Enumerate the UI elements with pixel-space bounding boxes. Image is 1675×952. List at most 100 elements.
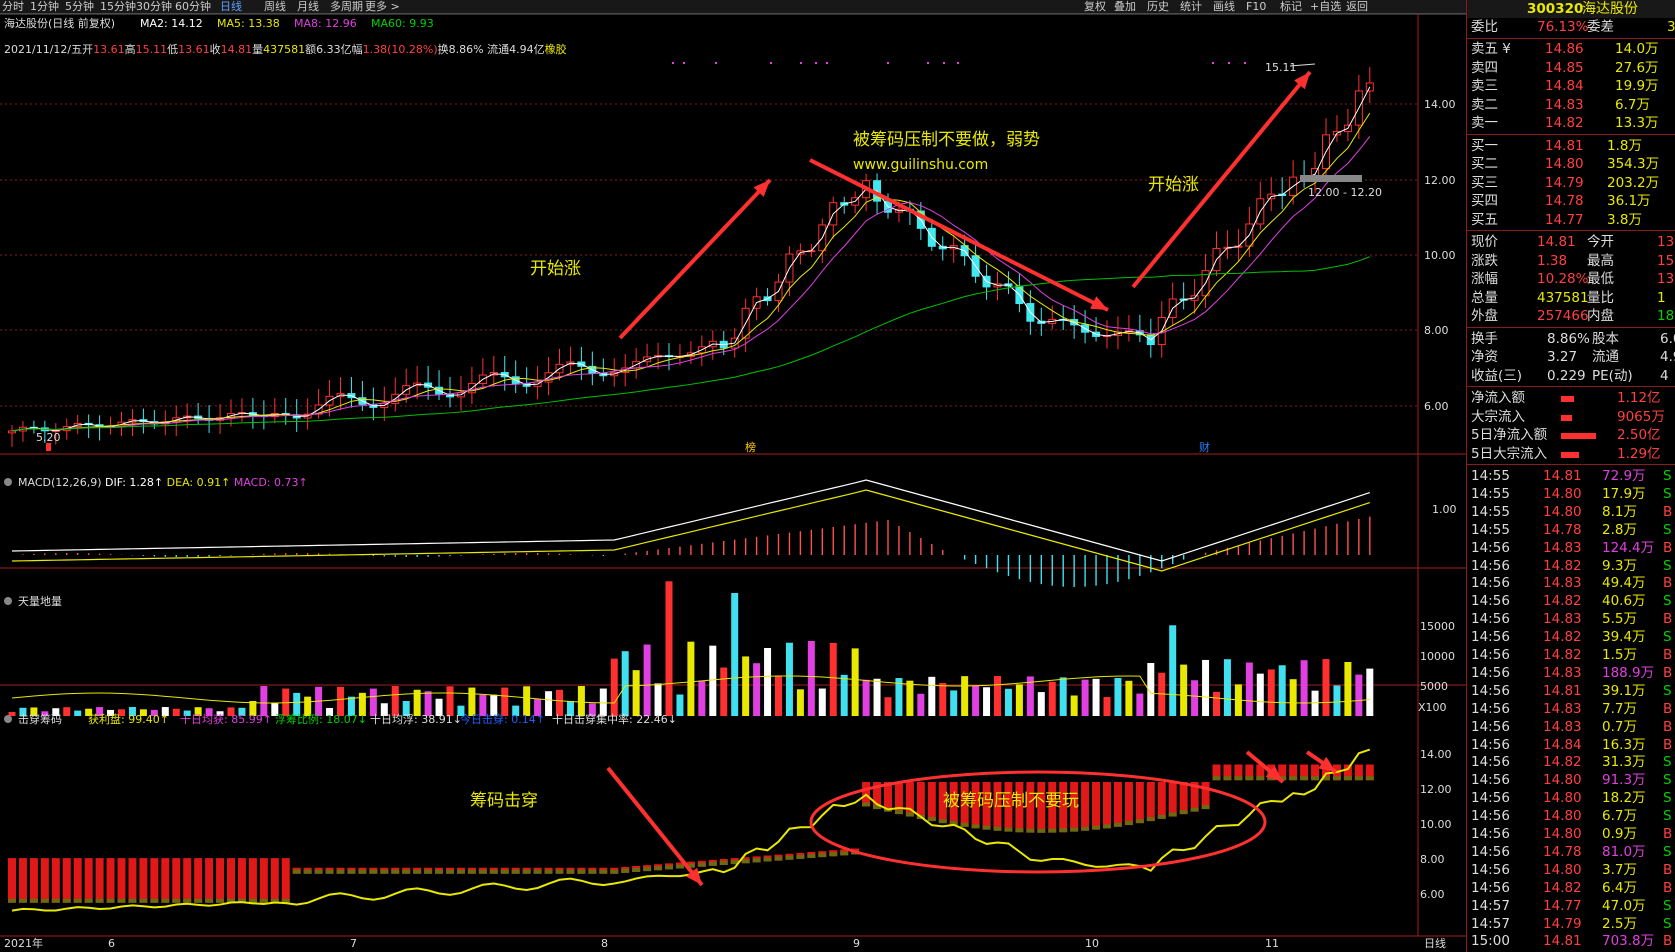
fund-row-cell: PE(动) <box>1592 367 1633 384</box>
vol-bar <box>676 694 684 716</box>
quote-row-cell: 今开 <box>1587 234 1614 250</box>
chip-bar-base <box>18 898 27 903</box>
chip-bar <box>205 858 214 903</box>
chip-bar-base <box>774 856 783 861</box>
bid-row-cell: 14.79 <box>1545 174 1584 191</box>
candle-body <box>8 430 16 434</box>
chip-bar-base <box>51 898 60 903</box>
vol-bar <box>599 688 607 716</box>
tick-row-cell: 14.82 <box>1543 593 1582 610</box>
chip-bar-base <box>785 855 794 860</box>
chart-title: 海达股份(日线 前复权) <box>4 16 115 30</box>
chip-bar-base <box>741 859 750 864</box>
chip-bar <box>172 858 181 903</box>
chart-area[interactable]: 14.00 12.00 10.00 8.00 6.00 海达股份(日线 前复权) MA2: … <box>0 0 1466 952</box>
chip-bar-base <box>993 826 1002 831</box>
chip-bar-base <box>1300 776 1309 781</box>
y-tick-vol-2: 5000 <box>1420 680 1448 693</box>
y-tick-vol-1: 10000 <box>1420 650 1455 663</box>
chip-bar-base <box>172 898 181 903</box>
marker-s <box>46 443 51 451</box>
tick-row-cell: 14.81 <box>1543 933 1582 950</box>
tick-row-cell: B <box>1663 575 1673 592</box>
signal-dot <box>770 62 772 64</box>
tick-row-cell: 3.7万 <box>1602 861 1637 878</box>
vol-bar <box>873 678 881 716</box>
tick-row-cell: B <box>1663 718 1673 735</box>
chip-bar-base <box>1190 807 1199 812</box>
chip-bar-base <box>862 802 871 807</box>
chip-bar-base <box>982 825 991 830</box>
vol-bar <box>337 686 344 716</box>
ask-row-cell: 卖一 <box>1471 115 1498 131</box>
tick-row: 14:56 14.82 1.5万 B <box>1467 646 1675 665</box>
chip-bar-base <box>654 866 663 871</box>
x-tick-5: 10 <box>1085 937 1099 950</box>
tick-row-cell: 49.4万 <box>1602 575 1646 592</box>
quote-row-cell: 内盘 <box>1587 308 1614 324</box>
chip-bar-base <box>347 869 356 874</box>
chip-bar-base <box>446 869 454 874</box>
signal-dot <box>826 62 828 64</box>
vol-bar <box>687 641 695 716</box>
tick-row-cell: 0.9万 <box>1602 826 1637 842</box>
tick-row-cell: 1.5万 <box>1602 647 1637 663</box>
chip-bar-base <box>643 867 652 872</box>
stock-code: 300320 <box>1527 1 1584 17</box>
vol-unit: X100 <box>1418 701 1447 714</box>
tick-row-cell: 14.80 <box>1543 808 1582 825</box>
weibi-row-cell: 委差 <box>1587 19 1614 35</box>
weibi-row-cell: 委比 <box>1471 19 1498 35</box>
tick-row-cell: 14:57 <box>1471 897 1510 914</box>
chip-bar-base <box>303 869 312 874</box>
tick-row-cell: 14:56 <box>1471 861 1510 878</box>
chip-bar-base <box>402 869 411 874</box>
chip-bar-base <box>467 869 476 874</box>
vol-bar <box>577 686 585 716</box>
chip-bars <box>8 764 1374 903</box>
vol-collapse-icon <box>4 597 12 605</box>
bid-row-cell: 354.3万 <box>1607 156 1660 172</box>
tick-row-cell: 14.78 <box>1543 843 1582 860</box>
tick-row-cell: S <box>1663 843 1672 860</box>
vol-bar <box>775 675 782 716</box>
chip-legend-6: 十日击穿集中率: 22.46↓ <box>552 712 677 726</box>
tick-row-cell: B <box>1663 647 1673 663</box>
fund-row-cell: 3.27 <box>1547 349 1578 365</box>
quote-row-cell: 437581 <box>1537 289 1589 306</box>
chip-band <box>1300 175 1362 182</box>
tick-row-cell: 14.82 <box>1543 557 1582 574</box>
tick-row-cell: 14.80 <box>1543 826 1582 842</box>
ask-row: 卖四 14.85 27.6万 <box>1467 59 1675 78</box>
tick-row-cell: 124.4万 <box>1602 539 1655 556</box>
chip-bar-base <box>1004 827 1013 832</box>
chip-bar-base <box>358 869 367 874</box>
ask-row: 卖三 14.84 19.9万 <box>1467 77 1675 96</box>
chip-bar-base <box>1092 825 1101 830</box>
chip-bar <box>216 858 225 903</box>
chip-bar-base <box>128 898 137 903</box>
chip-bar <box>1081 782 1090 831</box>
tick-row: 14:56 14.83 49.4万 B <box>1467 574 1675 593</box>
fund-row-cell: 流通 <box>1592 349 1619 365</box>
vol-bar <box>545 691 553 716</box>
tick-row-cell: B <box>1663 879 1673 896</box>
chip-bar <box>1146 782 1155 822</box>
chip-bar-base <box>1135 819 1144 824</box>
tick-row: 14:56 14.82 6.4万 B <box>1467 879 1675 898</box>
vol-bar <box>468 687 476 716</box>
tick-row-cell: 14.82 <box>1543 754 1582 771</box>
tick-row-cell: 14:56 <box>1471 629 1510 646</box>
chip-bar <box>237 858 246 903</box>
tick-row-cell: B <box>1663 664 1673 681</box>
chip-bar-base <box>719 861 728 865</box>
tick-row-cell: 14.83 <box>1543 575 1582 592</box>
chip-bar <box>1201 782 1210 810</box>
tick-row-cell: 14:56 <box>1471 772 1510 789</box>
quote-row-cell: 1 <box>1657 289 1666 306</box>
chip-bar-base <box>435 869 444 874</box>
chip-bar-base <box>971 824 980 829</box>
chip-bar-base <box>1256 776 1265 781</box>
x-tick-1: 6 <box>108 937 115 950</box>
tick-row-cell: S <box>1663 915 1672 932</box>
